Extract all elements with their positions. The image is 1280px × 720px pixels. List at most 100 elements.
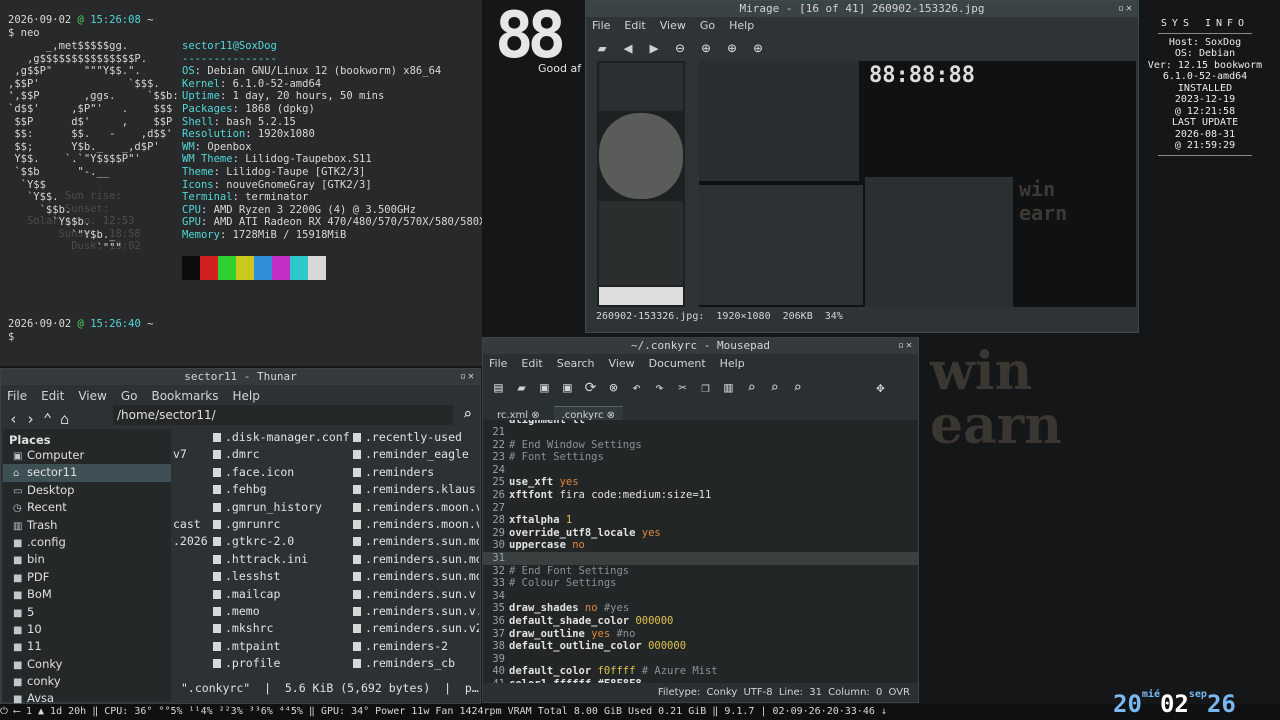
forward-icon[interactable]: ›: [26, 410, 35, 428]
status-filetype[interactable]: Filetype: Conky: [658, 687, 737, 698]
file-item[interactable]: .mtpaint: [213, 638, 350, 655]
menu-item-edit[interactable]: Edit: [41, 389, 64, 403]
menu-item-bookmarks[interactable]: Bookmarks: [151, 389, 218, 403]
file-item[interactable]: .reminders.sun.v: [353, 586, 479, 603]
sidebar-item-bom[interactable]: ■ BoM: [3, 586, 171, 603]
open-icon[interactable]: ▰: [512, 380, 531, 396]
file-item-partial[interactable]: [173, 499, 208, 516]
folder-open-icon[interactable]: ▰: [592, 39, 612, 57]
zoom-out-icon[interactable]: ⊖: [670, 39, 690, 57]
window-controls[interactable]: ▫✕: [1118, 1, 1134, 17]
new-file-icon[interactable]: ▤: [489, 380, 508, 396]
file-item[interactable]: .reminders.sun.mo: [353, 568, 479, 585]
previous-icon[interactable]: ◀: [618, 39, 638, 57]
cut-icon[interactable]: ✂: [673, 380, 692, 396]
menu-item-view[interactable]: View: [609, 357, 635, 370]
window-titlebar[interactable]: ~/.conkyrc - Mousepad ▫✕: [483, 338, 918, 354]
save-icon[interactable]: ▣: [535, 380, 554, 396]
window-controls[interactable]: ▫✕: [460, 369, 476, 385]
file-item[interactable]: .reminders.sun.mo: [353, 551, 479, 568]
mirage-window[interactable]: Mirage - [16 of 41] 260902-153326.jpg ▫✕ …: [585, 0, 1139, 333]
close-icon[interactable]: ⊗: [604, 380, 623, 396]
menu-item-go[interactable]: Go: [700, 19, 715, 32]
file-item[interactable]: .mkshrc: [213, 620, 350, 637]
sidebar-item-10[interactable]: ■ 10: [3, 621, 171, 638]
menu-item-view[interactable]: View: [660, 19, 686, 32]
back-icon[interactable]: ‹: [9, 410, 18, 428]
file-item[interactable]: .reminders.klaus: [353, 481, 479, 498]
file-item-partial[interactable]: .2026: [173, 533, 208, 550]
image-view[interactable]: 88:88:88 win earn: [699, 61, 1136, 307]
file-item[interactable]: .reminder_eagle: [353, 446, 479, 463]
home-icon[interactable]: ⌂: [60, 410, 69, 428]
command-line-2[interactable]: $: [8, 331, 14, 344]
sidebar-item-desktop[interactable]: ▭ Desktop: [3, 482, 171, 499]
file-item[interactable]: .reminders.moon.v: [353, 499, 479, 516]
reload-icon[interactable]: ⟳: [581, 380, 600, 396]
file-item[interactable]: .face.icon: [213, 464, 350, 481]
file-item[interactable]: .reminders.moon.v: [353, 516, 479, 533]
file-item[interactable]: .gmrunrc: [213, 516, 350, 533]
sidebar-item-conky[interactable]: ■ Conky: [3, 656, 171, 673]
file-item[interactable]: .mailcap: [213, 586, 350, 603]
up-icon[interactable]: ⌃: [43, 410, 52, 428]
sidebar-item-config[interactable]: ■ .config: [3, 534, 171, 551]
terminal-window[interactable]: 2026·09·02 @ 15:26:08 ~ $ neo Sun rise: …: [0, 0, 482, 366]
thumbnail-strip[interactable]: [597, 61, 685, 307]
file-item-partial[interactable]: cast: [173, 516, 208, 533]
mousepad-window[interactable]: ~/.conkyrc - Mousepad ▫✕ File Edit Search Vi…: [482, 337, 919, 703]
window-titlebar[interactable]: Mirage - [16 of 41] 260902-153326.jpg ▫✕: [586, 1, 1138, 17]
window-titlebar[interactable]: sector11 - Thunar ▫✕: [1, 369, 480, 385]
location-bar[interactable]: /home/sector11/: [113, 405, 453, 425]
menu-item-help[interactable]: Help: [720, 357, 745, 370]
file-item[interactable]: .gtkrc-2.0: [213, 533, 350, 550]
redo-icon[interactable]: ↷: [650, 380, 669, 396]
menu-item-document[interactable]: Document: [649, 357, 706, 370]
menu-item-help[interactable]: Help: [233, 389, 260, 403]
sidebar-item-pdf[interactable]: ■ PDF: [3, 569, 171, 586]
file-item[interactable]: .profile: [213, 655, 350, 672]
file-list[interactable]: v7 cast .2026 .disk-manager.conf .dmrc .face…: [173, 429, 479, 679]
file-item[interactable]: .reminders_cb: [353, 655, 479, 672]
file-item[interactable]: .fehbg: [213, 481, 350, 498]
file-item[interactable]: .dmrc: [213, 446, 350, 463]
text-editor[interactable]: alignment tl 21 22 # End Window Settings 23 #…: [483, 420, 918, 683]
sidebar-item-conky[interactable]: ■ conky: [3, 673, 171, 690]
menu-item-file[interactable]: File: [592, 19, 610, 32]
undo-icon[interactable]: ↶: [627, 380, 646, 396]
file-item[interactable]: .memo: [213, 603, 350, 620]
thumbnail[interactable]: [599, 113, 683, 199]
sidebar-item-recent[interactable]: ◷ Recent: [3, 499, 171, 516]
file-item[interactable]: .reminders: [353, 464, 479, 481]
file-item[interactable]: .reminders.sun.v.: [353, 603, 479, 620]
find-icon[interactable]: ⌕: [742, 380, 761, 396]
menu-item-help[interactable]: Help: [729, 19, 754, 32]
file-item[interactable]: .httrack.ini: [213, 551, 350, 568]
zoom-100-icon[interactable]: ⊕: [748, 39, 768, 57]
file-item[interactable]: .reminders-2: [353, 638, 479, 655]
file-item[interactable]: .reminders.sun.v2: [353, 620, 479, 637]
thunar-window[interactable]: sector11 - Thunar ▫✕ File Edit View Go Bookma…: [0, 368, 481, 705]
places-sidebar[interactable]: Places ▣ Computer ⌂ sector11 ▭ Desktop ◷ Recent…: [3, 429, 171, 705]
file-item[interactable]: .lesshst: [213, 568, 350, 585]
find-replace-icon[interactable]: ⌕: [765, 380, 784, 396]
fullscreen-icon[interactable]: ✥: [871, 380, 890, 396]
menu-item-view[interactable]: View: [78, 389, 106, 403]
sidebar-item-trash[interactable]: ▥ Trash: [3, 517, 171, 534]
menu-item-search[interactable]: Search: [557, 357, 595, 370]
window-controls[interactable]: ▫✕: [898, 338, 914, 354]
menu-item-file[interactable]: File: [489, 357, 507, 370]
zoom-in-icon[interactable]: ⊕: [696, 39, 716, 57]
paste-icon[interactable]: ▥: [719, 380, 738, 396]
search-icon[interactable]: ⌕: [463, 405, 472, 423]
menu-item-file[interactable]: File: [7, 389, 27, 403]
next-icon[interactable]: ▶: [644, 39, 664, 57]
sidebar-item-5[interactable]: ■ 5: [3, 604, 171, 621]
file-item[interactable]: .gmrun_history: [213, 499, 350, 516]
file-item[interactable]: .reminders.sun.mo: [353, 533, 479, 550]
file-item-partial[interactable]: [173, 481, 208, 498]
file-item[interactable]: .disk-manager.conf: [213, 429, 350, 446]
sidebar-item-bin[interactable]: ■ bin: [3, 551, 171, 568]
sidebar-item-11[interactable]: ■ 11: [3, 638, 171, 655]
thumbnail[interactable]: [599, 287, 683, 305]
